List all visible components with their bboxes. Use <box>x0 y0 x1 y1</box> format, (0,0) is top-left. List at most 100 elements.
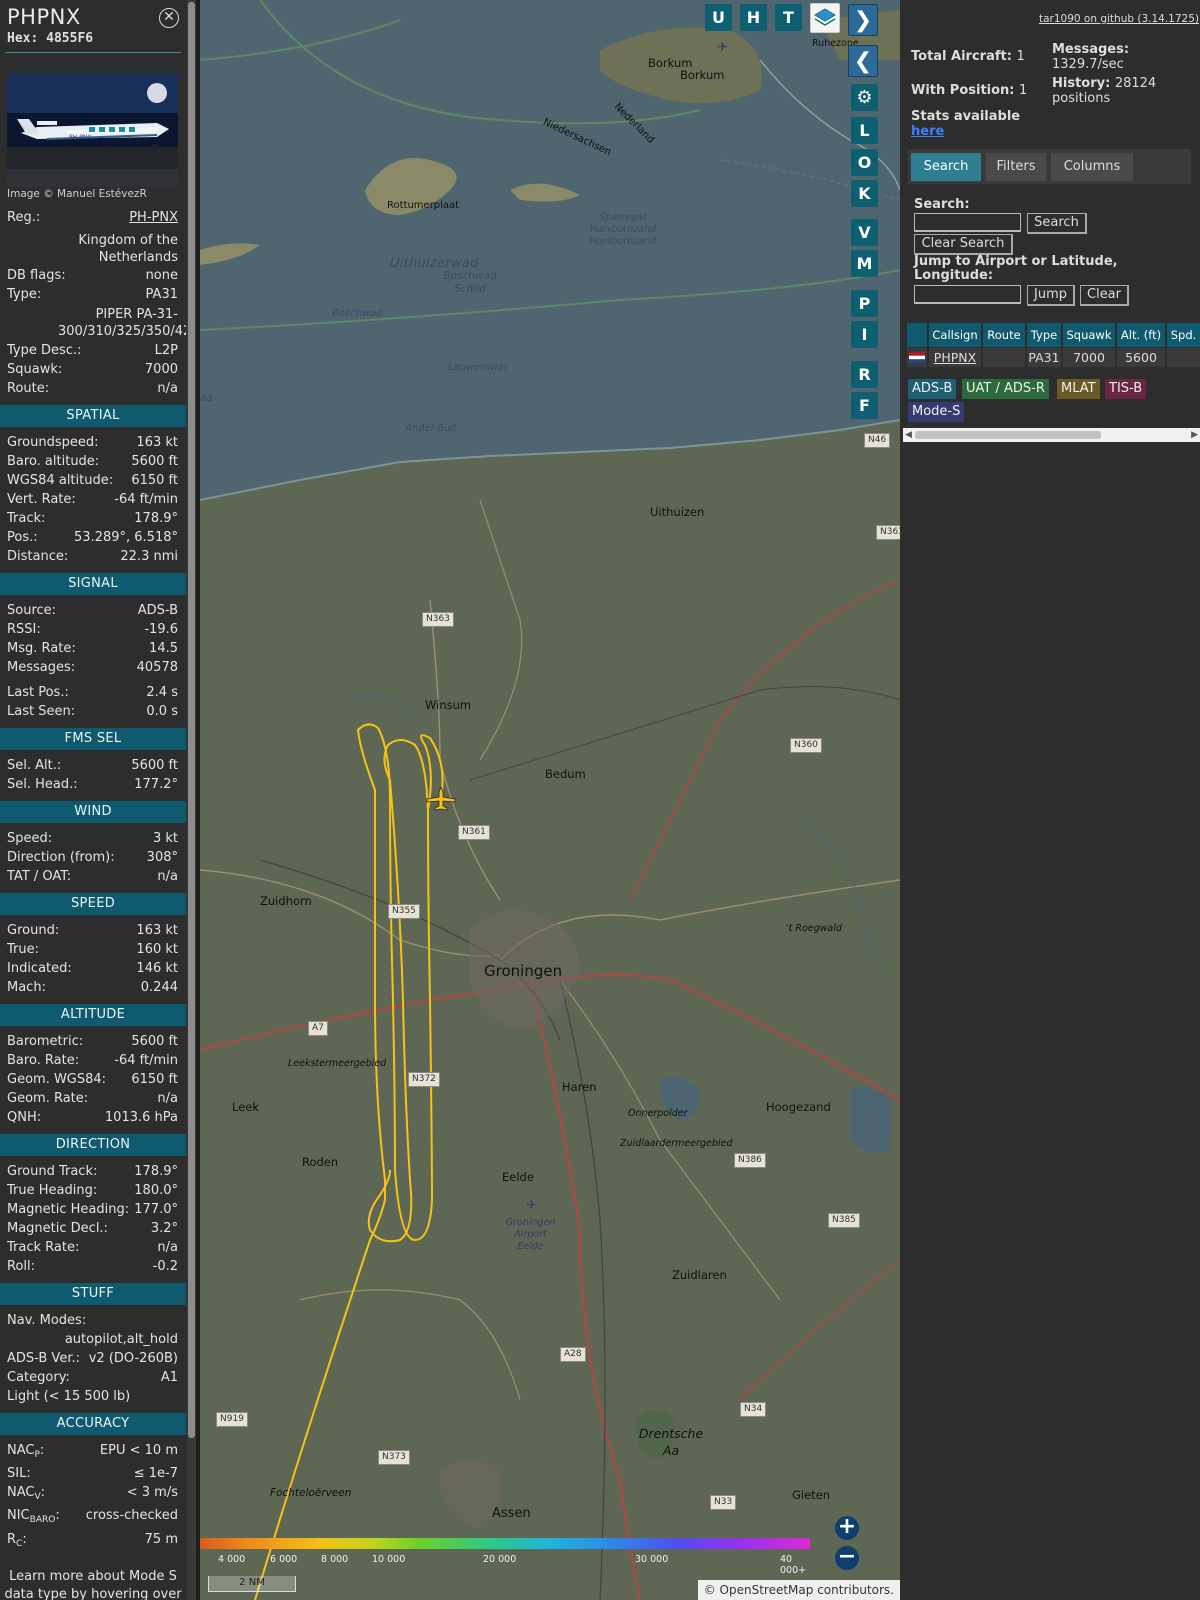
dbflags-label: DB flags: <box>7 268 66 283</box>
map-label-gieten: Gieten <box>792 1488 831 1502</box>
layers-button[interactable] <box>810 3 840 33</box>
scroll-right-icon[interactable]: ▶ <box>1191 428 1198 442</box>
settings-button[interactable]: ⚙ <box>851 84 878 111</box>
map-button-i[interactable]: I <box>851 321 878 348</box>
clear-button[interactable]: Clear <box>1080 285 1129 306</box>
nacp-row: NACP: EPU < 10 m <box>7 1443 178 1463</box>
tab-filters[interactable]: Filters <box>986 153 1046 181</box>
direction-label: Track Rate: <box>7 1240 80 1255</box>
table-header-flag[interactable] <box>907 323 927 347</box>
stats-label: Stats available <box>911 109 1021 124</box>
zoom-in-button[interactable]: + <box>835 1516 859 1540</box>
tab-bar: Search Filters Columns <box>908 149 1191 184</box>
close-panel-button[interactable]: ✕ <box>159 8 179 28</box>
map-button-u[interactable]: U <box>705 4 732 31</box>
layers-icon <box>814 8 836 26</box>
altitude-legend-label: 40 000+ <box>780 1554 807 1576</box>
nacp-label-main: NAC <box>7 1443 35 1458</box>
adsb-version-value: v2 (DO-260B) <box>88 1351 178 1366</box>
attribution-prefix: © <box>703 1583 716 1597</box>
map-button-t[interactable]: T <box>775 4 802 31</box>
table-header-squawk[interactable]: Squawk <box>1063 323 1115 347</box>
clear-search-button[interactable]: Clear Search <box>914 234 1013 255</box>
search-input[interactable] <box>914 213 1021 232</box>
table-horizontal-scrollbar[interactable]: ◀ ▶ <box>903 428 1200 442</box>
signal-row: Source: ADS-B <box>7 603 178 621</box>
cell-spd <box>1167 348 1200 367</box>
aircraft-photo[interactable]: PH-PNX <box>7 73 178 187</box>
chevron-right-icon: ❯ <box>853 8 873 33</box>
spatial-label: Pos.: <box>7 530 38 545</box>
table-scroll-thumb[interactable] <box>915 431 1101 439</box>
tab-search[interactable]: Search <box>911 153 981 181</box>
altitude-value: n/a <box>157 1091 178 1106</box>
source-tag-mlat[interactable]: MLAT <box>1057 379 1100 399</box>
map-button-p[interactable]: P <box>851 290 878 317</box>
cell-callsign[interactable]: PHPNX <box>929 348 981 367</box>
road-label: N385 <box>828 1213 860 1228</box>
history-stat: History: 28124 positions <box>1052 76 1187 106</box>
table-header-type[interactable]: Type <box>1027 323 1061 347</box>
map-label-zuidlaren: Zuidlaren <box>672 1268 727 1282</box>
attribution-link[interactable]: OpenStreetMap <box>720 1583 814 1597</box>
attribution-suffix: contributors. <box>817 1583 894 1597</box>
version-link[interactable]: tar1090 on github (3.14.1725) <box>1039 13 1199 25</box>
altitude-legend-label: 8 000 <box>321 1554 349 1565</box>
map-view[interactable]: ✈ ✈ Borkum Borkum Ruhezone Rottumerplaat… <box>200 0 900 1600</box>
map-label-boschwad: Boschwad <box>332 308 383 319</box>
messages-value: 1329.7/sec <box>1052 57 1124 72</box>
map-button-v[interactable]: V <box>851 219 878 246</box>
scroll-left-icon[interactable]: ◀ <box>905 428 912 442</box>
map-label-groningen-airport: Groningen Airport Eelde <box>505 1217 556 1252</box>
table-header-route[interactable]: Route <box>983 323 1025 347</box>
flight-track <box>254 723 444 1600</box>
expand-right-button[interactable]: ❯ <box>848 4 878 36</box>
search-button[interactable]: Search <box>1027 213 1087 234</box>
jump-input[interactable] <box>914 285 1021 304</box>
road-label: N33 <box>710 1495 737 1510</box>
aircraft-callsign: PHPNX <box>7 5 81 29</box>
signal-row: Last Seen: 0.0 s <box>7 704 178 722</box>
left-panel-scrollbar[interactable] <box>187 0 196 1600</box>
aircraft-icon[interactable] <box>426 786 456 812</box>
nicbaro-label: NICBARO: <box>7 1508 60 1525</box>
source-tag-adsb[interactable]: ADS-B <box>908 379 957 399</box>
table-header-callsign[interactable]: Callsign <box>929 323 981 347</box>
minus-icon: − <box>837 1544 857 1569</box>
table-header-spd[interactable]: Spd. <box>1167 323 1200 347</box>
source-tag-uat[interactable]: UAT / ADS-R <box>962 379 1049 399</box>
map-button-h[interactable]: H <box>740 4 767 31</box>
reg-link[interactable]: PH-PNX <box>129 210 178 225</box>
nicbaro-label-sub: BARO <box>29 1515 56 1525</box>
signal-row: Msg. Rate: 14.5 <box>7 641 178 659</box>
map-label-uithuizen: Uithuizen <box>650 505 705 519</box>
wind-label: TAT / OAT: <box>7 869 72 884</box>
chevron-left-icon: ❮ <box>853 49 873 74</box>
source-tag-tisb[interactable]: TIS-B <box>1105 379 1147 399</box>
fms-label: Sel. Head.: <box>7 777 78 792</box>
map-button-l[interactable]: L <box>851 117 878 144</box>
sil-row: SIL: ≤ 1e-7 <box>7 1466 178 1484</box>
map-button-f[interactable]: F <box>851 392 878 419</box>
zoom-out-button[interactable]: − <box>835 1546 859 1570</box>
tab-columns[interactable]: Columns <box>1051 153 1133 181</box>
left-panel-scroll-thumb[interactable] <box>188 2 195 1438</box>
speed-value: 0.244 <box>140 980 178 995</box>
accuracy-footer: Learn more about Mode S data type by hov… <box>4 1569 182 1600</box>
map-button-k[interactable]: K <box>851 180 878 207</box>
spatial-label: WGS84 altitude: <box>7 473 114 488</box>
map-button-r[interactable]: R <box>851 361 878 388</box>
section-speed: SPEED <box>0 893 186 915</box>
direction-row: Roll: -0.2 <box>7 1259 178 1277</box>
signal-label: RSSI: <box>7 622 41 637</box>
category-desc-row: Light (< 15 500 lb) <box>7 1389 178 1407</box>
map-button-o[interactable]: O <box>851 149 878 176</box>
stats-link[interactable]: here <box>911 124 944 139</box>
direction-row: Ground Track: 178.9° <box>7 1164 178 1182</box>
collapse-left-button[interactable]: ❮ <box>848 45 878 77</box>
map-label-winsum: Winsum <box>425 698 472 712</box>
source-tag-modes[interactable]: Mode-S <box>908 402 965 422</box>
table-header-alt[interactable]: Alt. (ft) <box>1117 323 1165 347</box>
map-button-m[interactable]: M <box>851 250 878 277</box>
jump-button[interactable]: Jump <box>1027 285 1075 306</box>
